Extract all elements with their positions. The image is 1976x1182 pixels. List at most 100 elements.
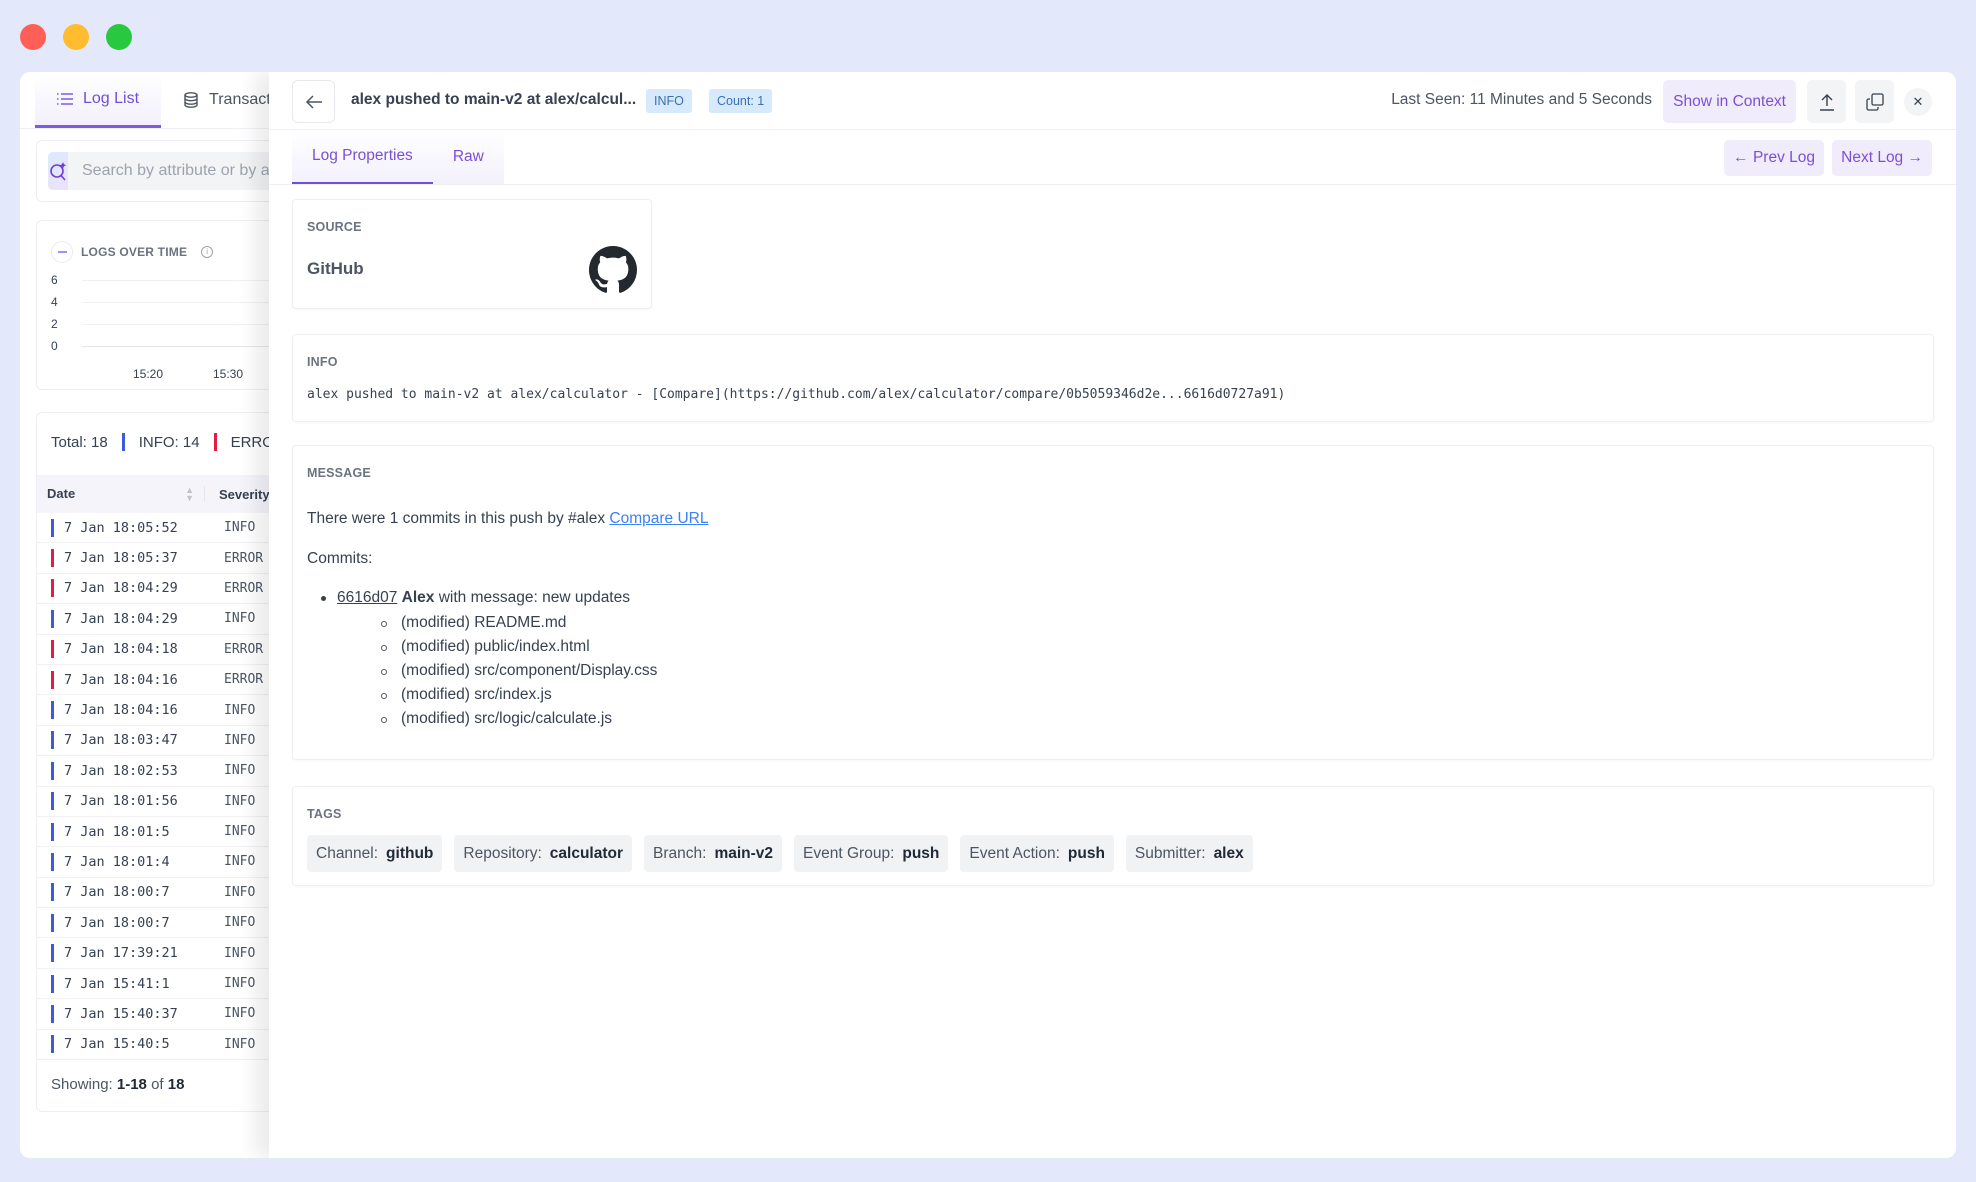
row-date: 7 Jan 15:41:1 [64,975,170,992]
sort-icon[interactable]: ▲ ▼ [185,486,194,503]
table-row[interactable]: 7 Jan 18:05:37 ERROR [37,543,269,574]
row-severity: ERROR [224,580,264,596]
severity-indicator [51,792,54,811]
error-count[interactable]: ERROR: 4 [231,434,269,451]
next-log-button[interactable]: Next Log → [1832,140,1932,176]
file-text: (modified) src/component/Display.css [401,662,658,679]
table-row[interactable]: 7 Jan 15:41:1 INFO [37,969,269,1000]
left-tabs: Log List Transactions [35,72,269,128]
log-detail-panel: alex pushed to main-v2 at alex/calcul...… [269,72,1956,1158]
maximize-window-button[interactable] [106,24,132,50]
show-in-context-button[interactable]: Show in Context [1663,80,1796,123]
x-axis [82,346,269,347]
file-text: (modified) README.md [401,614,567,631]
close-button[interactable]: ✕ [1904,88,1932,116]
severity-indicator [51,913,54,932]
showing-range: 1-18 [116,1076,147,1093]
x-tick: 15:20 [133,367,164,381]
search-input[interactable]: Search by attribute or by any keyword [48,152,269,190]
table-row[interactable]: 7 Jan 18:01:4 INFO [37,847,269,878]
last-seen: Last Seen: 11 Minutes and 5 Seconds [1391,91,1652,108]
back-button[interactable] [292,80,335,123]
window-controls [20,24,132,50]
commit-author: Alex [401,589,435,606]
commit-item: 6616d07 Alex with message: new updates [321,589,630,607]
table-row[interactable]: 7 Jan 18:04:18 ERROR [37,635,269,665]
tag-chip[interactable]: Branch: main-v2 [644,835,783,872]
table-row[interactable]: 7 Jan 18:04:16 INFO [37,695,269,726]
column-label: Date [47,486,76,501]
info-count[interactable]: INFO: 14 [139,434,200,451]
tag-chip[interactable]: Channel: github [307,835,443,872]
collapse-button[interactable] [51,241,73,263]
row-date: 7 Jan 18:04:29 [64,580,178,597]
tag-chip[interactable]: Submitter: alex [1125,835,1253,872]
detail-header: alex pushed to main-v2 at alex/calcul...… [269,72,1956,130]
table-row[interactable]: 7 Jan 15:40:37 INFO [37,999,269,1030]
file-item: (modified) src/component/Display.css [381,662,658,686]
table-row[interactable]: 7 Jan 18:02:53 INFO [37,756,269,787]
row-severity: INFO [224,976,256,992]
commits-label: Commits: [307,550,373,567]
table-row[interactable]: 7 Jan 18:04:16 ERROR [37,665,269,696]
row-date: 7 Jan 18:00:7 [64,884,170,901]
row-date: 7 Jan 18:05:52 [64,519,178,536]
severity-indicator [51,549,54,568]
column-date[interactable]: Date ▲ ▼ [37,486,205,503]
copy-button[interactable] [1855,80,1894,123]
tab-log-properties[interactable]: Log Properties [292,130,433,184]
table-row[interactable]: 7 Jan 18:03:47 INFO [37,726,269,757]
tag-chip[interactable]: Repository: calculator [454,835,633,872]
tag-chip[interactable]: Event Action: push [960,835,1114,872]
table-row[interactable]: 7 Jan 17:39:21 INFO [37,938,269,969]
severity-indicator [51,944,54,963]
bullet [381,621,387,627]
tab-raw[interactable]: Raw [433,130,504,184]
info-bar [121,433,125,451]
table-row[interactable]: 7 Jan 18:01:56 INFO [37,787,269,817]
intro-text: There were 1 commits in this push by #al… [307,510,610,527]
table-row[interactable]: 7 Jan 18:04:29 ERROR [37,574,269,605]
tag-value: push [1067,844,1105,862]
minimize-window-button[interactable] [63,24,89,50]
severity-indicator [51,640,54,659]
row-severity: INFO [224,793,256,809]
table-row[interactable]: 7 Jan 18:05:52 INFO [37,513,269,544]
info-icon[interactable]: i [201,246,214,258]
row-severity: ERROR [224,641,264,657]
minus-icon [57,251,67,253]
table-row[interactable]: 7 Jan 18:00:7 INFO [37,878,269,909]
severity-indicator [51,974,54,993]
export-button[interactable] [1807,80,1846,123]
tags-card: TAGS Channel: github Repository: calculator… [292,786,1934,886]
modified-files-list: (modified) README.md (modified) public/in… [381,614,658,734]
row-severity: INFO [224,915,256,931]
tab-log-list[interactable]: Log List [35,72,162,128]
tab-transactions[interactable]: Transactions [161,72,269,128]
row-date: 7 Jan 15:40:5 [64,1036,170,1053]
compare-url-link[interactable]: Compare URL [609,510,708,527]
close-window-button[interactable] [20,24,46,50]
source-label: SOURCE [307,220,362,234]
tab-label: Log List [83,89,140,107]
y-tick: 6 [51,273,58,287]
tag-chip[interactable]: Event Group: push [794,835,949,872]
severity-indicator [51,670,54,689]
table-row[interactable]: 7 Jan 18:01:5 INFO [37,817,269,848]
gridline [82,302,269,303]
prev-log-button[interactable]: ← Prev Log [1724,140,1824,176]
tag-key: Event Action: [969,844,1060,862]
x-tick: 15:30 [213,367,244,381]
severity-indicator [51,1035,54,1054]
log-title: alex pushed to main-v2 at alex/calcul... [351,91,637,108]
table-row[interactable]: 7 Jan 18:04:29 INFO [37,604,269,635]
message-label: MESSAGE [307,466,371,480]
message-intro: There were 1 commits in this push by #al… [307,510,708,528]
table-row[interactable]: 7 Jan 18:00:7 INFO [37,908,269,939]
info-card: INFO alex pushed to main-v2 at alex/calc… [292,334,1934,422]
tag-key: Repository: [463,844,542,862]
table-row[interactable]: 7 Jan 15:40:5 INFO [37,1030,269,1061]
commit-hash-link[interactable]: 6616d07 [337,589,397,606]
table-body: 7 Jan 18:05:52 INFO 7 Jan 18:05:37 ERROR 7 J… [37,513,269,1061]
column-severity[interactable]: Severity [205,487,269,502]
